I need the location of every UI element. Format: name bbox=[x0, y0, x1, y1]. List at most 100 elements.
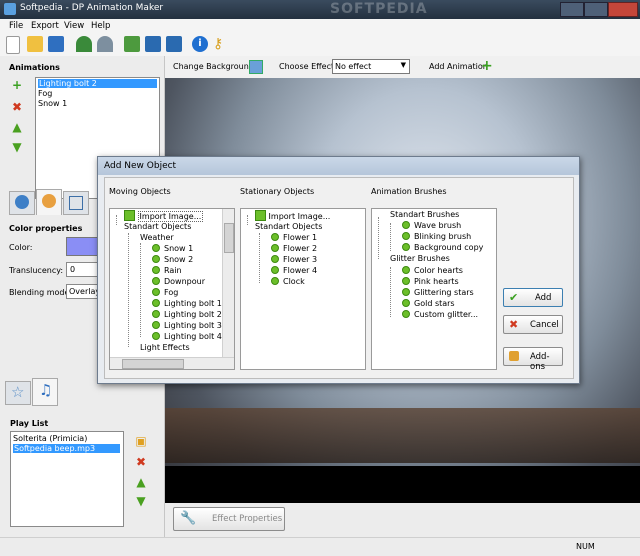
tree-node-weather[interactable]: Weather bbox=[140, 233, 174, 242]
maximize-button[interactable] bbox=[584, 2, 608, 17]
cancel-button[interactable]: ✖ Cancel bbox=[503, 315, 563, 334]
tab-size[interactable] bbox=[63, 191, 89, 215]
addons-button[interactable]: Add-ons bbox=[503, 347, 563, 372]
export-icon[interactable] bbox=[124, 36, 140, 52]
stationary-objects-tree[interactable]: Import Image... Standart Objects Flower … bbox=[240, 208, 366, 370]
tree-item[interactable]: Background copy bbox=[402, 243, 483, 252]
tree-node-standart-objects[interactable]: Standart Objects bbox=[255, 222, 322, 231]
tree-node-light-effects[interactable]: Light Effects bbox=[140, 343, 190, 352]
track-down-icon[interactable]: ▼ bbox=[134, 494, 148, 508]
add-animation-button[interactable]: Add Animation bbox=[429, 62, 488, 71]
close-button[interactable] bbox=[608, 2, 638, 17]
menu-file[interactable]: File bbox=[9, 21, 23, 31]
delete-animation-icon[interactable]: ✖ bbox=[10, 100, 24, 114]
tree-item[interactable]: Downpour bbox=[152, 277, 205, 286]
menu-help[interactable]: Help bbox=[91, 21, 110, 31]
tab-music[interactable]: ♫ bbox=[32, 378, 58, 406]
tree-line bbox=[116, 215, 117, 225]
tree-item[interactable]: Rain bbox=[152, 266, 182, 275]
tree-item[interactable]: Gold stars bbox=[402, 299, 455, 308]
tree-node-standart-objects[interactable]: Standart Objects bbox=[124, 222, 191, 231]
tree-item[interactable]: Flower 1 bbox=[271, 233, 317, 242]
status-bar: NUM bbox=[0, 537, 640, 556]
tree-item-label: Lighting bolt 4 bbox=[164, 332, 222, 341]
add-folder-icon[interactable]: ▣ bbox=[134, 434, 148, 448]
color-swatch[interactable] bbox=[66, 237, 99, 256]
tree-item[interactable]: Glittering stars bbox=[402, 288, 474, 297]
undo-icon[interactable] bbox=[76, 36, 92, 52]
animation-item[interactable]: Snow 1 bbox=[38, 99, 67, 108]
tree-item-label: Lighting bolt 1 bbox=[164, 299, 222, 308]
scrollbar-thumb[interactable] bbox=[224, 223, 234, 253]
tree-item[interactable]: Flower 2 bbox=[271, 244, 317, 253]
tree-item[interactable]: Blinking brush bbox=[402, 232, 471, 241]
tree-item[interactable]: Color hearts bbox=[402, 266, 463, 275]
tree-item[interactable]: Lighting bolt 2 bbox=[152, 310, 222, 319]
tree-item-label: Snow 1 bbox=[164, 244, 194, 253]
new-icon[interactable] bbox=[6, 36, 20, 54]
menu-view[interactable]: View bbox=[64, 21, 84, 31]
animation-item[interactable]: Lighting bolt 2 bbox=[38, 79, 157, 88]
tree-item[interactable]: Clock bbox=[271, 277, 305, 286]
tree-item[interactable]: Fog bbox=[152, 288, 178, 297]
tree-item[interactable]: Lighting bolt 3 bbox=[152, 321, 222, 330]
animation-item[interactable]: Fog bbox=[38, 89, 52, 98]
move-up-icon[interactable]: ▲ bbox=[10, 120, 24, 134]
tree-item[interactable]: Snow 2 bbox=[152, 255, 193, 264]
tree-item[interactable]: Flower 3 bbox=[271, 255, 317, 264]
moving-tree-scrollbar[interactable] bbox=[222, 209, 234, 357]
tab-color[interactable] bbox=[36, 189, 62, 215]
add-icon[interactable]: + bbox=[481, 58, 493, 74]
color-properties-label: Color properties bbox=[9, 224, 83, 233]
tree-item-label: Flower 2 bbox=[283, 244, 318, 253]
delete-track-icon[interactable]: ✖ bbox=[134, 455, 148, 469]
tree-line bbox=[247, 215, 248, 225]
playlist-list[interactable]: Solterita (Primicia) Softpedia beep.mp3 bbox=[10, 431, 124, 527]
save-icon[interactable] bbox=[48, 36, 64, 52]
tree-node-import[interactable]: Import Image... bbox=[124, 210, 204, 222]
redo-icon[interactable] bbox=[97, 36, 113, 52]
playlist-item[interactable]: Solterita (Primicia) bbox=[13, 434, 87, 443]
tree-item-label: Glittering stars bbox=[414, 288, 474, 297]
moving-tree-hscrollbar[interactable] bbox=[110, 357, 234, 369]
tree-item[interactable]: Lighting bolt 1 bbox=[152, 299, 222, 308]
tree-node-import[interactable]: Import Image... bbox=[255, 210, 330, 221]
effect-select[interactable]: No effect ▼ bbox=[332, 59, 410, 74]
info-icon[interactable]: i bbox=[192, 36, 208, 52]
tab-objects[interactable] bbox=[9, 191, 35, 215]
tree-item[interactable]: Pink hearts bbox=[402, 277, 459, 286]
export-image-icon[interactable] bbox=[145, 36, 161, 52]
translucency-input[interactable]: 0 bbox=[66, 262, 98, 277]
tree-item-label: Fog bbox=[164, 288, 179, 297]
picture-icon[interactable] bbox=[249, 60, 263, 74]
tab-favorites[interactable]: ☆ bbox=[5, 381, 31, 405]
tree-item[interactable]: Snow 1 bbox=[152, 244, 193, 253]
object-icon bbox=[152, 277, 160, 285]
brush-icon bbox=[402, 299, 410, 307]
tree-item[interactable]: Lighting bolt 4 bbox=[152, 332, 222, 341]
add-animation-icon[interactable]: + bbox=[10, 78, 24, 92]
tree-item[interactable]: Wave brush bbox=[402, 221, 461, 230]
tree-item-label: Rain bbox=[164, 266, 182, 275]
choose-effect-label: Choose Effect: bbox=[279, 62, 337, 71]
move-down-icon[interactable]: ▼ bbox=[10, 140, 24, 154]
tree-node-standart-brushes[interactable]: Standart Brushes bbox=[390, 210, 459, 219]
add-button[interactable]: ✔ Add bbox=[503, 288, 563, 307]
hscrollbar-thumb[interactable] bbox=[122, 359, 184, 369]
tree-item[interactable]: Custom glitter... bbox=[402, 310, 478, 319]
tree-item[interactable]: Flower 4 bbox=[271, 266, 317, 275]
moving-objects-tree[interactable]: Import Image... Standart Objects Weather… bbox=[109, 208, 235, 370]
blending-mode-select[interactable]: Overlay bbox=[66, 284, 100, 299]
palette-icon bbox=[42, 194, 56, 208]
animation-brushes-tree[interactable]: Standart Brushes Wave brush Blinking bru… bbox=[371, 208, 497, 370]
playlist-item[interactable]: Softpedia beep.mp3 bbox=[13, 444, 120, 453]
change-background-button[interactable]: Change Background bbox=[173, 62, 254, 71]
track-up-icon[interactable]: ▲ bbox=[134, 475, 148, 489]
tree-node-glitter-brushes[interactable]: Glitter Brushes bbox=[390, 254, 450, 263]
key-icon[interactable]: ⚷ bbox=[213, 36, 229, 52]
open-icon[interactable] bbox=[27, 36, 43, 52]
menu-export[interactable]: Export bbox=[31, 21, 59, 31]
minimize-button[interactable] bbox=[560, 2, 584, 17]
effect-properties-button[interactable]: 🔧 Effect Properties bbox=[173, 507, 285, 531]
export-video-icon[interactable] bbox=[166, 36, 182, 52]
